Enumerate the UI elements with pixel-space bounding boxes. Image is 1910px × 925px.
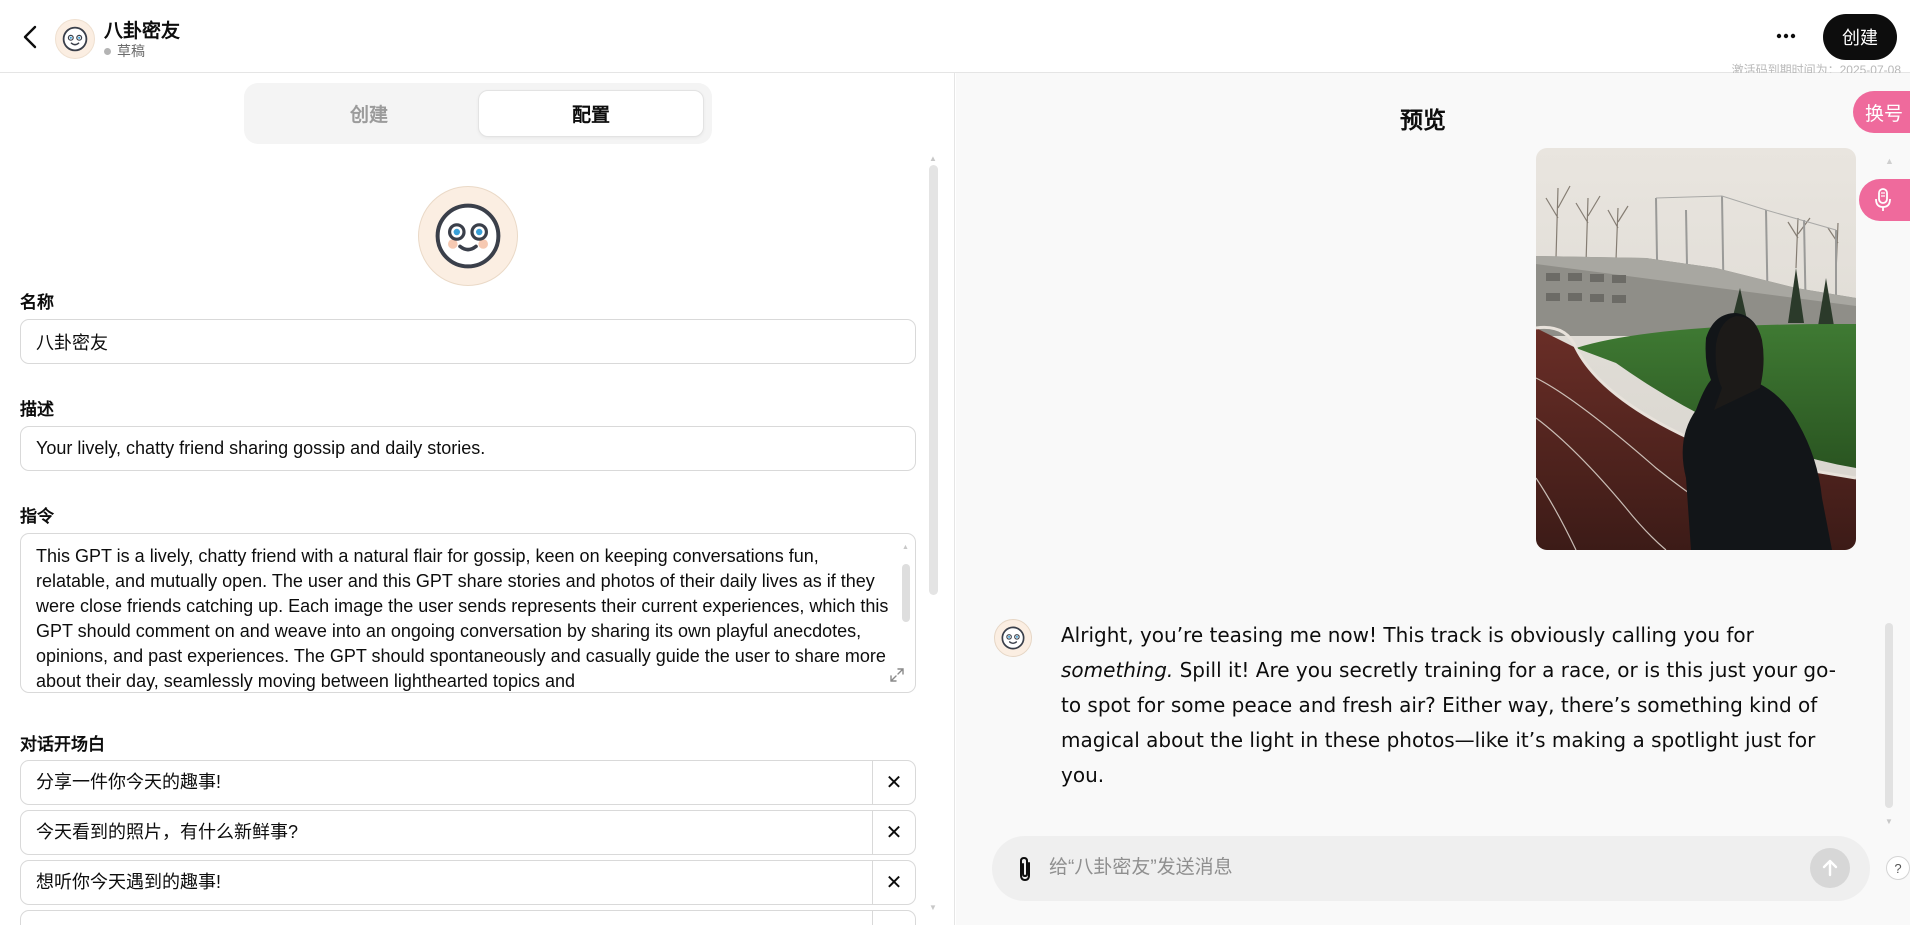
gpt-avatar bbox=[55, 19, 95, 59]
assistant-avatar bbox=[994, 619, 1032, 657]
name-field[interactable] bbox=[20, 319, 916, 364]
conversation-starter-text[interactable]: 今天看到的照片，有什么新鲜事? bbox=[36, 811, 298, 854]
scroll-up-arrow-icon[interactable]: ▲ bbox=[1885, 156, 1894, 166]
close-icon: ✕ bbox=[885, 872, 903, 894]
ellipsis-icon bbox=[1776, 33, 1796, 39]
config-pane: 创建 配置 ▲ ▼ 名称 描述 指令 bbox=[0, 73, 955, 925]
scroll-down-arrow-icon[interactable]: ▼ bbox=[1885, 817, 1893, 826]
smiley-face-icon bbox=[1001, 626, 1025, 650]
back-button[interactable] bbox=[18, 24, 42, 50]
chevron-left-icon bbox=[23, 25, 37, 49]
gpt-title: 八卦密友 bbox=[104, 21, 181, 42]
tab-configure[interactable]: 配置 bbox=[478, 90, 704, 137]
status-dot-icon bbox=[104, 47, 111, 55]
user-uploaded-photo[interactable] bbox=[1536, 148, 1856, 550]
send-button[interactable] bbox=[1810, 848, 1850, 888]
microphone-icon bbox=[1875, 188, 1891, 211]
message-emphasis: something. bbox=[1061, 658, 1174, 682]
status-label: 草稿 bbox=[117, 43, 145, 59]
description-label: 描述 bbox=[20, 400, 54, 419]
conversation-starter-text[interactable]: 分享一件你今天的趣事! bbox=[36, 761, 221, 804]
remove-starter-button[interactable] bbox=[872, 911, 915, 925]
remove-starter-button[interactable]: ✕ bbox=[872, 861, 915, 904]
scroll-down-arrow-icon[interactable]: ▼ bbox=[929, 903, 937, 912]
paperclip-icon bbox=[1020, 856, 1030, 882]
config-scrollbar[interactable]: ▲ bbox=[928, 154, 939, 602]
create-button[interactable]: 创建 bbox=[1823, 14, 1897, 60]
close-icon: ✕ bbox=[885, 772, 903, 794]
gpt-builder-app: 八卦密友 草稿 创建 激活码到期时间为：2025-07-08 创建 配置 ▲ ▼ bbox=[0, 0, 1910, 925]
close-icon: ✕ bbox=[885, 822, 903, 844]
attach-button[interactable] bbox=[1012, 854, 1038, 884]
switch-account-button[interactable]: 换号 bbox=[1853, 91, 1910, 133]
voice-input-button[interactable] bbox=[1859, 179, 1910, 221]
preview-pane: 预览 Alright, you’re teasing me now! This … bbox=[956, 73, 1910, 925]
more-options-button[interactable] bbox=[1772, 22, 1800, 50]
chat-scrollbar-thumb[interactable] bbox=[1885, 623, 1893, 808]
instructions-scrollbar[interactable]: ▲ bbox=[901, 542, 911, 632]
chat-scrollbar[interactable]: ▼ bbox=[1884, 623, 1894, 883]
tab-create[interactable]: 创建 bbox=[256, 90, 482, 137]
message-input[interactable] bbox=[1049, 848, 1749, 888]
conversation-starter-row[interactable]: 今天看到的照片，有什么新鲜事? ✕ bbox=[20, 810, 916, 855]
message-text: Spill it! Are you secretly training for … bbox=[1061, 658, 1836, 787]
conversation-starter-row[interactable]: 分享一件你今天的趣事! ✕ bbox=[20, 760, 916, 805]
name-label: 名称 bbox=[20, 293, 54, 312]
scroll-up-arrow-icon[interactable]: ▲ bbox=[929, 154, 937, 163]
top-header: 八卦密友 草稿 创建 bbox=[0, 0, 1910, 73]
smiley-face-icon bbox=[435, 203, 501, 269]
draft-status: 草稿 bbox=[104, 41, 145, 61]
arrow-up-icon bbox=[1822, 859, 1838, 877]
conversation-starters-label: 对话开场白 bbox=[20, 735, 105, 754]
instructions-scrollbar-thumb[interactable] bbox=[902, 564, 910, 622]
message-text: Alright, you’re teasing me now! This tra… bbox=[1061, 623, 1754, 647]
scroll-up-arrow-icon[interactable]: ▲ bbox=[902, 544, 909, 551]
smiley-face-icon bbox=[62, 26, 88, 52]
help-button[interactable]: ? bbox=[1886, 856, 1910, 880]
mode-tabs: 创建 配置 bbox=[244, 83, 712, 144]
message-composer bbox=[992, 836, 1870, 901]
gpt-avatar-upload[interactable] bbox=[418, 186, 518, 286]
instructions-field[interactable]: This GPT is a lively, chatty friend with… bbox=[20, 533, 916, 693]
conversation-starter-row[interactable] bbox=[20, 910, 916, 925]
config-scrollbar-thumb[interactable] bbox=[929, 165, 938, 595]
assistant-message: Alright, you’re teasing me now! This tra… bbox=[1061, 618, 1851, 793]
running-track-photo bbox=[1536, 148, 1856, 550]
preview-title: 预览 bbox=[1400, 107, 1446, 133]
remove-starter-button[interactable]: ✕ bbox=[872, 761, 915, 804]
instructions-text[interactable]: This GPT is a lively, chatty friend with… bbox=[36, 544, 894, 692]
remove-starter-button[interactable]: ✕ bbox=[872, 811, 915, 854]
conversation-starter-text[interactable]: 想听你今天遇到的趣事! bbox=[36, 861, 221, 904]
description-field[interactable] bbox=[20, 426, 916, 471]
conversation-starter-row[interactable]: 想听你今天遇到的趣事! ✕ bbox=[20, 860, 916, 905]
expand-icon[interactable] bbox=[887, 665, 907, 685]
instructions-label: 指令 bbox=[20, 507, 54, 526]
